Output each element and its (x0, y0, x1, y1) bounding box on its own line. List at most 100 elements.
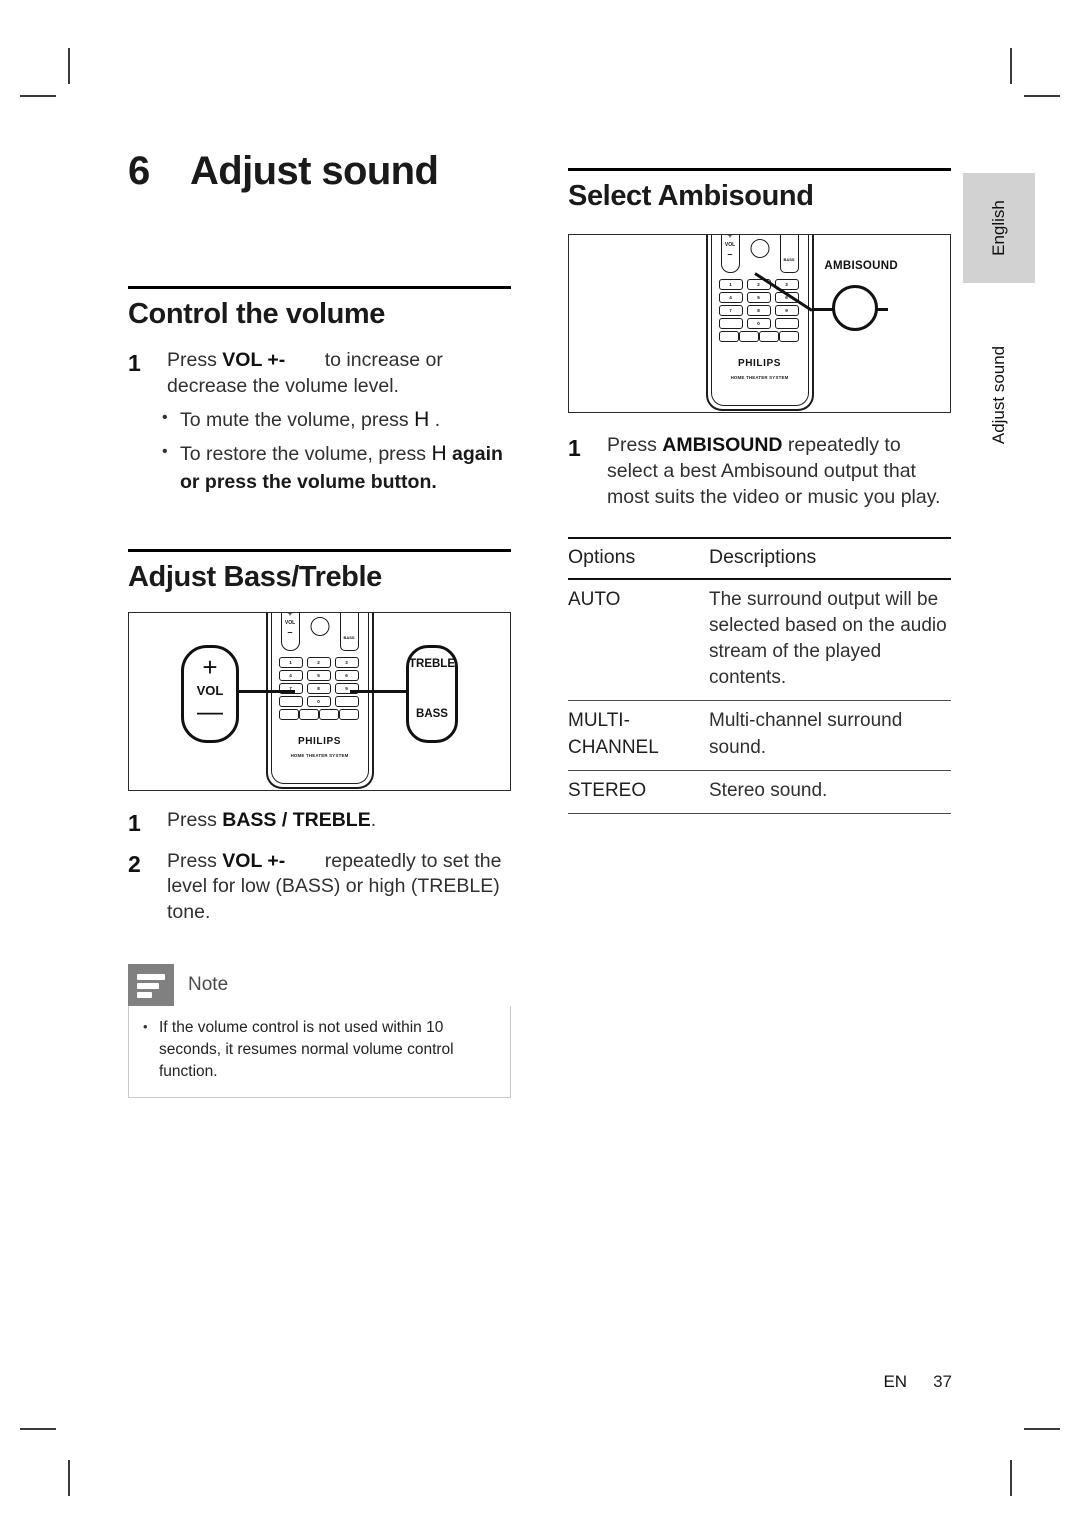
step-key: BASS / TREBLE (222, 809, 371, 832)
remote-key-1: 1 (718, 279, 743, 291)
step-text: Press BASS / TREBLE. (167, 808, 376, 838)
remote-control-illustration: + VOL – AMBISOUND TREBLE BASS 1 2 3 4 5 … (705, 234, 814, 412)
table-cell-description: Stereo sound. (709, 770, 951, 815)
table-cell-option: AUTO (568, 578, 709, 702)
remote-treble-bass-rocker: TREBLE BASS (339, 612, 359, 652)
step-text: Press VOL +- repeatedly to set the level… (167, 849, 511, 926)
remote-vol-minus-icon: – (727, 249, 733, 260)
remote-key-6: 6 (334, 670, 359, 682)
section-heading-control-volume: Control the volume (128, 298, 386, 330)
ambisound-options-table: Options Descriptions AUTO The surround o… (568, 536, 951, 815)
remote-vol-label: VOL (724, 242, 736, 249)
bullet-dot-icon: • (162, 408, 168, 426)
section-rule-select-ambisound (568, 168, 951, 171)
remote-key-0: 0 (746, 318, 771, 330)
remote-soft-key-4 (778, 331, 799, 343)
remote-key-8: 8 (746, 305, 771, 317)
remote-vol-rocker: + VOL – (280, 613, 300, 652)
step-pre: Press (167, 809, 223, 832)
remote-key-7: 7 (718, 305, 743, 317)
remote-key-8: 8 (306, 683, 331, 695)
crop-mark-top-left-horizontal (20, 95, 56, 97)
remote-key-right-blank (774, 318, 799, 330)
remote-ambisound-button (310, 617, 329, 637)
footer-page-number: 37 (933, 1372, 952, 1391)
callout-vol-minus-icon: — (197, 696, 223, 727)
chapter-number: 6 (128, 149, 150, 193)
bullet-text: To mute the volume, press H . (180, 406, 440, 434)
callout-vol-button: + VOL — (181, 645, 239, 744)
note-title: Note (188, 973, 229, 995)
note-box: Note • If the volume control is not used… (128, 963, 511, 1098)
bullet-dot-icon: • (143, 1018, 148, 1034)
bullet-restore-volume: • To restore the volume, press H again o… (128, 440, 511, 495)
step-number: 2 (128, 850, 141, 877)
remote-soft-key-1 (718, 331, 739, 343)
crop-mark-bottom-left-vertical (68, 1460, 70, 1496)
leader-line-treble-bass (350, 690, 412, 694)
running-head-label: Adjust sound (989, 345, 1008, 445)
crop-mark-top-left-vertical (68, 48, 70, 84)
remote-key-3: 3 (334, 657, 359, 669)
callout-ambisound-label: AMBISOUND (824, 260, 898, 273)
remote-vol-label: VOL (284, 620, 296, 627)
remote-key-0: 0 (306, 696, 331, 708)
table-header-row: Options Descriptions (568, 536, 951, 580)
step-text: Press AMBISOUND repeatedly to select a b… (607, 433, 951, 510)
bullet-pre: To restore the volume, press (180, 443, 432, 466)
callout-treble-bass-button: TREBLE BASS (406, 645, 458, 744)
chapter-name: Adjust sound (190, 149, 439, 193)
remote-key-4: 4 (718, 292, 743, 304)
step-key: AMBISOUND (662, 434, 783, 457)
remote-vol-plus-icon: + (727, 234, 733, 241)
crop-mark-top-right-horizontal (1024, 95, 1060, 97)
remote-vol-rocker: + VOL – (720, 234, 740, 274)
remote-key-4: 4 (278, 670, 303, 682)
section-heading-select-ambisound: Select Ambisound (568, 180, 814, 212)
remote-soft-key-4 (338, 709, 359, 721)
table-cell-option: STEREO (568, 770, 709, 815)
remote-key-5: 5 (746, 292, 771, 304)
table-cell-description: Multi-channel surround sound. (709, 700, 951, 771)
step-bass-treble-2: 2 Press VOL +- repeatedly to set the lev… (128, 849, 511, 926)
step-key: VOL +- (222, 349, 286, 372)
remote-bass-label: BASS (343, 635, 355, 641)
step-number: 1 (128, 350, 141, 377)
crop-mark-top-right-vertical (1010, 48, 1012, 84)
bullet-mute-volume: • To mute the volume, press H . (128, 406, 511, 434)
figure-remote-ambisound: + VOL – AMBISOUND TREBLE BASS 1 2 3 4 5 … (568, 234, 951, 414)
step-control-volume-1: 1 Press VOL +- to increase or decrease t… (128, 348, 511, 399)
bullet-dot-icon: • (162, 443, 168, 461)
running-head-tab: Adjust sound (963, 330, 1035, 460)
step-pre: Press (167, 349, 223, 372)
page-footer: EN 37 (883, 1372, 952, 1392)
callout-bass-label: BASS (416, 708, 448, 721)
remote-soft-key-2 (738, 331, 759, 343)
crop-mark-bottom-right-vertical (1010, 1460, 1012, 1496)
callout-treble-label: TREBLE (409, 658, 455, 671)
remote-brand-subtitle: HOME THEATER SYSTEM (730, 375, 789, 381)
section-rule-control-volume (128, 286, 511, 289)
leader-line-vol (233, 690, 295, 694)
section-heading-adjust-bass-treble: Adjust Bass/Treble (128, 560, 382, 593)
remote-soft-key-3 (758, 331, 779, 343)
crop-mark-bottom-left-horizontal (20, 1428, 56, 1430)
note-header: Note (128, 963, 511, 1006)
mute-key-glyph: H (431, 442, 447, 466)
footer-language-code: EN (883, 1372, 908, 1391)
step-select-ambisound-1: 1 Press AMBISOUND repeatedly to select a… (568, 433, 951, 510)
mute-key-glyph: H (414, 407, 430, 431)
remote-treble-label: TREBLE (341, 612, 358, 613)
remote-key-1: 1 (278, 657, 303, 669)
table-cell-description: The surround output will be selected bas… (709, 578, 951, 702)
bullet-pre: To mute the volume, press (180, 408, 415, 431)
note-icon (128, 963, 174, 1006)
table-row: STEREO Stereo sound. (568, 770, 951, 815)
step-number: 1 (128, 810, 141, 837)
step-post: . (370, 809, 377, 832)
remote-ambisound-button (750, 239, 769, 259)
remote-bass-label: BASS (783, 257, 795, 263)
remote-brand-logo: PHILIPS (297, 736, 342, 748)
table-row: MULTI-CHANNEL Multi-channel surround sou… (568, 700, 951, 771)
note-content: • If the volume control is not used with… (128, 1005, 511, 1098)
